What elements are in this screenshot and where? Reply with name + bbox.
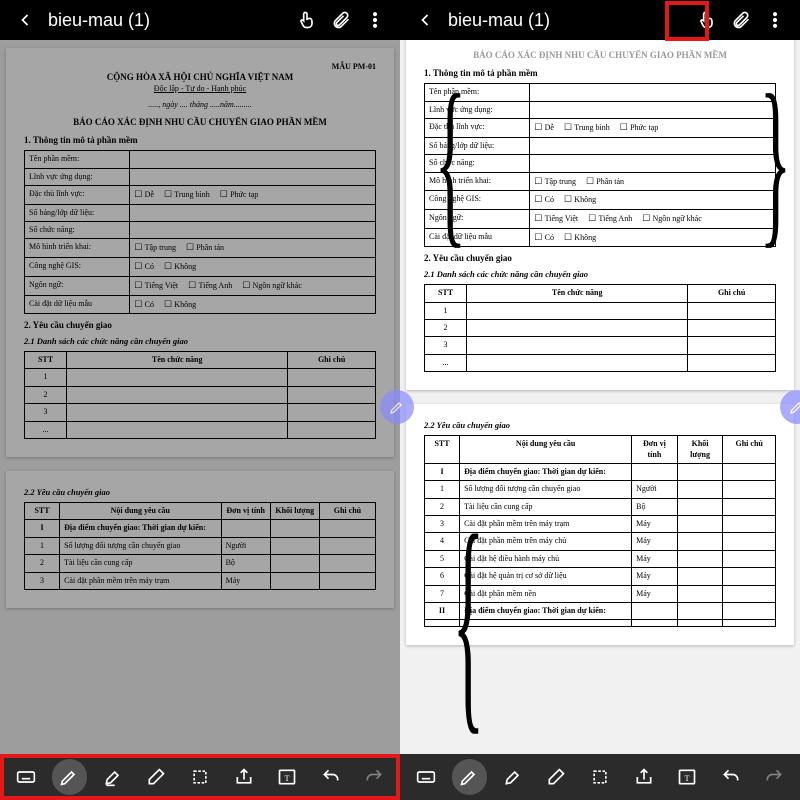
redo-icon[interactable] [357, 759, 393, 795]
toolbar-right: T [400, 754, 800, 800]
section-1: 1. Thông tin mô tả phần mềm [424, 68, 776, 80]
highlighter-icon[interactable] [95, 759, 131, 795]
finger-draw-icon[interactable] [690, 3, 724, 37]
back-icon[interactable] [408, 3, 442, 37]
keyboard-icon[interactable] [8, 759, 44, 795]
table-requirements-right: STTNội dung yêu cầuĐơn vị tínhKhối lượng… [424, 435, 776, 627]
toolbar-left: T [0, 754, 400, 800]
page-2-right: 2.2 Yêu cầu chuyển giao STTNội dung yêu … [406, 404, 794, 645]
section-2-2: 2.2 Yêu cầu chuyển giao [424, 420, 776, 431]
doc-title: bieu-mau (1) [442, 10, 690, 31]
doc-title: bieu-mau (1) [42, 10, 290, 31]
table-functions: STTTên chức năngGhi chú 1 2 3 ... [424, 284, 776, 372]
table-software-info: Tên phần mềm: Lĩnh vực ứng dụng: Đặc thù… [424, 83, 776, 247]
pen-icon[interactable] [452, 759, 488, 795]
share-icon[interactable] [226, 759, 262, 795]
keyboard-icon[interactable] [408, 759, 444, 795]
finger-draw-icon[interactable] [290, 3, 324, 37]
attachment-icon[interactable] [324, 3, 358, 37]
share-icon[interactable] [626, 759, 662, 795]
page-1-right: BÁO CÁO XÁC ĐỊNH NHU CẦU CHUYỂN GIAO PHẦ… [406, 40, 794, 390]
document-viewport-left[interactable]: MẪU PM-01 CỘNG HÒA XÃ HỘI CHỦ NGHĨA VIỆT… [0, 40, 400, 754]
section-2: 2. Yêu cầu chuyển giao [424, 253, 776, 265]
eraser-icon[interactable] [139, 759, 175, 795]
page-1: MẪU PM-01 CỘNG HÒA XÃ HỘI CHỦ NGHĨA VIỆT… [6, 48, 394, 457]
highlighter-icon[interactable] [495, 759, 531, 795]
text-icon[interactable]: T [269, 759, 305, 795]
fab-button[interactable] [380, 390, 414, 424]
attachment-icon[interactable] [724, 3, 758, 37]
svg-text:T: T [285, 774, 290, 783]
back-icon[interactable] [8, 3, 42, 37]
form-code: MẪU PM-01 [24, 62, 376, 72]
table-requirements-left: STTNội dung yêu cầuĐơn vị tínhKhối lượng… [24, 502, 376, 590]
section-2: 2. Yêu cầu chuyển giao [24, 320, 376, 332]
section-1: 1. Thông tin mô tả phần mềm [24, 135, 376, 147]
date-line: ....., ngày .... tháng .....năm......... [24, 100, 376, 110]
section-2-1: 2.1 Danh sách các chức năng cần chuyển g… [24, 336, 376, 347]
more-icon[interactable] [758, 3, 792, 37]
section-2-2: 2.2 Yêu cầu chuyển giao [24, 487, 376, 498]
text-icon[interactable]: T [669, 759, 705, 795]
topbar-left: bieu-mau (1) [0, 0, 400, 40]
section-2-1: 2.1 Danh sách các chức năng cần chuyển g… [424, 269, 776, 280]
country-line: CỘNG HÒA XÃ HỘI CHỦ NGHĨA VIỆT NAM [24, 72, 376, 84]
select-icon[interactable] [582, 759, 618, 795]
undo-icon[interactable] [313, 759, 349, 795]
document-viewport-right[interactable]: BÁO CÁO XÁC ĐỊNH NHU CẦU CHUYỂN GIAO PHẦ… [400, 40, 800, 754]
table-software-info: Tên phần mềm: Lĩnh vực ứng dụng: Đặc thù… [24, 150, 376, 314]
page-2-left: 2.2 Yêu cầu chuyển giao STTNội dung yêu … [6, 471, 394, 608]
undo-icon[interactable] [713, 759, 749, 795]
table-functions: STTTên chức năngGhi chú 1 2 3 ... [24, 351, 376, 439]
pen-icon[interactable] [52, 759, 88, 795]
more-icon[interactable] [358, 3, 392, 37]
select-icon[interactable] [182, 759, 218, 795]
eraser-icon[interactable] [539, 759, 575, 795]
motto-line: Độc lập - Tự do - Hạnh phúc [24, 84, 376, 94]
redo-icon[interactable] [757, 759, 793, 795]
topbar-right: bieu-mau (1) [400, 0, 800, 40]
report-title-cut: BÁO CÁO XÁC ĐỊNH NHU CẦU CHUYỂN GIAO PHẦ… [424, 50, 776, 62]
svg-text:T: T [685, 774, 690, 783]
report-title: BÁO CÁO XÁC ĐỊNH NHU CẦU CHUYỂN GIAO PHẦ… [24, 117, 376, 129]
